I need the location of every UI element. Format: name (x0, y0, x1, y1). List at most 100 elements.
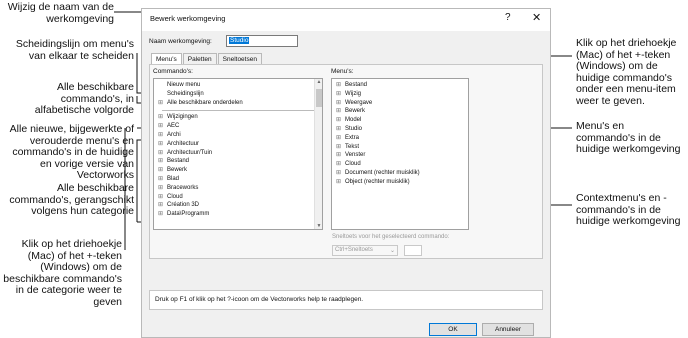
close-icon[interactable]: ✕ (532, 11, 541, 24)
list-item[interactable]: Scheidingslijn (156, 90, 320, 99)
expand-plus-icon[interactable]: ⊞ (156, 157, 165, 166)
list-item[interactable]: ⊞ Cloud (334, 160, 466, 169)
list-item-label: Bewerk (345, 108, 366, 115)
list-item-label: Studio (345, 125, 363, 132)
edit-workspace-dialog: Bewerk werkomgeving ? ✕ Naam werkomgevin… (141, 8, 551, 338)
workspace-name-input[interactable]: Studio (226, 35, 298, 47)
list-item-label: Data\Programm (167, 211, 210, 218)
callout-separator: Scheidingslijn om menu's van elkaar te s… (15, 38, 134, 62)
expand-plus-icon[interactable]: ⊞ (334, 125, 343, 134)
callout-triangle-left: Klik op het driehoekje (Mac) of het +-te… (3, 238, 122, 308)
shortcut-select[interactable]: Ctrl+Sneltoets ⌄ (332, 245, 398, 256)
expand-plus-icon[interactable]: ⊞ (156, 113, 165, 122)
expand-plus-icon[interactable]: ⊞ (334, 151, 343, 160)
expand-plus-icon[interactable]: ⊞ (334, 169, 343, 178)
list-item[interactable]: ⊞ Architectuur (156, 140, 320, 149)
list-item-label: Bestand (167, 158, 190, 165)
list-item[interactable]: ⊞ Wijzigingen (156, 113, 320, 122)
help-text: Druk op F1 of klik op het ?-icoon om de … (155, 296, 364, 303)
chevron-down-icon: ⌄ (389, 248, 395, 254)
expand-plus-icon[interactable]: ⊞ (156, 149, 165, 158)
list-item-label: Weergave (345, 99, 373, 106)
expand-plus-icon[interactable]: ⊞ (156, 210, 165, 219)
commands-scrollbar[interactable]: ▲ ▼ (314, 79, 322, 229)
list-item[interactable]: ⊞ Bestand (334, 81, 466, 90)
list-item[interactable]: ⊞ Extra (334, 134, 466, 143)
expand-plus-icon[interactable]: ⊞ (334, 116, 343, 125)
list-item-label: Braceworks (167, 184, 199, 191)
list-item[interactable]: ⊞ Archi (156, 131, 320, 140)
list-item-label: Tekst (345, 143, 360, 150)
list-item[interactable]: ⊞ Tekst (334, 143, 466, 152)
expand-plus-icon[interactable]: ⊞ (156, 184, 165, 193)
scroll-thumb[interactable] (316, 89, 322, 107)
expand-plus-icon[interactable]: ⊞ (156, 99, 165, 108)
list-item[interactable]: Nieuw menu (156, 81, 320, 90)
list-item-label: Archi (167, 131, 181, 138)
list-item[interactable]: ⊞ Weergave (334, 99, 466, 108)
expand-plus-icon[interactable]: ⊞ (334, 81, 343, 90)
expand-plus-icon[interactable]: ⊞ (156, 166, 165, 175)
list-item-label: Document (rechter muisklik) (345, 169, 420, 176)
callout-all-commands: Alle beschikbare commando's, in alfabeti… (34, 81, 134, 116)
callout-rename: Wijzig de naam van de werkomgeving (7, 1, 114, 25)
list-item[interactable]: ⊞ AEC (156, 122, 320, 131)
list-item[interactable]: ⊞ Document (rechter muisklik) (334, 169, 466, 178)
list-divider (162, 107, 314, 112)
title-bar: Bewerk werkomgeving ? ✕ (142, 9, 550, 31)
expand-plus-icon[interactable]: ⊞ (334, 178, 343, 187)
expand-plus-icon[interactable]: ⊞ (334, 134, 343, 143)
list-item-label: Cloud (345, 161, 361, 168)
list-item[interactable]: ⊞ Venster (334, 151, 466, 160)
callout-triangle-right: Klik op het driehoekje (Mac) of het +-te… (576, 37, 677, 107)
list-item[interactable]: ⊞ Bewerk (156, 166, 320, 175)
expand-plus-icon[interactable]: ⊞ (156, 131, 165, 140)
menus-list[interactable]: ⊞ Bestand ⊞ Wijzig ⊞ Weergave ⊞ Bewerk ⊞ Model ⊞ St… (331, 78, 469, 230)
workspace-name-value: Studio (229, 37, 250, 44)
list-item-label: Architectuur/Tuin (167, 149, 213, 156)
list-item-label: Object (rechter muisklik) (345, 178, 410, 185)
expand-plus-icon[interactable]: ⊞ (156, 122, 165, 131)
list-item[interactable]: ⊞ Wijzig (334, 90, 466, 99)
list-item-label: Scheidingslijn (167, 90, 204, 97)
cancel-button[interactable]: Annuleer (482, 323, 534, 336)
expand-plus-icon[interactable]: ⊞ (334, 107, 343, 116)
list-item[interactable]: ⊞ Cloud (156, 193, 320, 202)
callout-menus-commands: Menu's en commando's in de huidige werko… (576, 120, 681, 155)
list-item[interactable]: ⊞ Braceworks (156, 184, 320, 193)
list-item-label: AEC (167, 123, 180, 130)
expand-plus-icon[interactable]: ⊞ (334, 160, 343, 169)
expand-plus-icon[interactable]: ⊞ (156, 201, 165, 210)
expand-plus-icon[interactable]: ⊞ (334, 99, 343, 108)
scroll-down-icon[interactable]: ▼ (315, 223, 322, 229)
list-item[interactable]: ⊞ Data\Programm (156, 210, 320, 219)
callout-by-category: Alle beschikbare commando's, gerangschik… (9, 182, 134, 217)
list-item[interactable]: ⊞ Alle beschikbare onderdelen (156, 99, 320, 108)
list-item[interactable]: ⊞ Bewerk (334, 107, 466, 116)
list-item-label: Bewerk (167, 167, 188, 174)
scroll-up-icon[interactable]: ▲ (315, 79, 322, 85)
callout-new-changed: Alle nieuwe, bijgewerkte of verouderde m… (9, 123, 134, 181)
list-item[interactable]: ⊞ Blad (156, 175, 320, 184)
expand-plus-icon[interactable]: ⊞ (334, 143, 343, 152)
help-bar: Druk op F1 of klik op het ?-icoon om de … (149, 290, 543, 310)
list-item[interactable]: ⊞ Architectuur/Tuin (156, 149, 320, 158)
shortcut-label: Sneltoets voor het geselecteerd commando… (332, 234, 450, 240)
list-item[interactable]: ⊞ Object (rechter muisklik) (334, 178, 466, 187)
list-item[interactable]: ⊞ Model (334, 116, 466, 125)
list-item[interactable]: ⊞ Studio (334, 125, 466, 134)
list-item[interactable]: ⊞ Création 3D (156, 201, 320, 210)
commands-list[interactable]: Nieuw menu Scheidingslijn ⊞ Alle beschikbar… (153, 78, 323, 230)
expand-plus-icon[interactable]: ⊞ (156, 140, 165, 149)
expand-plus-icon[interactable]: ⊞ (156, 175, 165, 184)
list-item-label: Architectuur (167, 140, 200, 147)
help-icon[interactable]: ? (505, 12, 511, 23)
expand-plus-icon[interactable]: ⊞ (156, 193, 165, 202)
ok-button[interactable]: OK (429, 323, 477, 336)
list-item[interactable]: ⊞ Bestand (156, 157, 320, 166)
menus-caption: Menu's: (331, 68, 354, 75)
callout-context-menus: Contextmenu's en -commando's in de huidi… (576, 192, 681, 227)
expand-plus-icon[interactable]: ⊞ (334, 90, 343, 99)
list-item-label: Nieuw menu (167, 82, 201, 88)
shortcut-key-input[interactable] (404, 245, 422, 256)
